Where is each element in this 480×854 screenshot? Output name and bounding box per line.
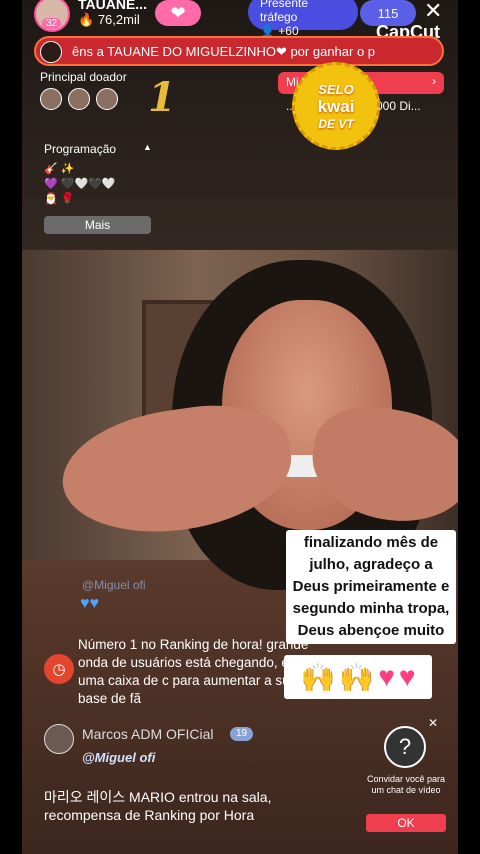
chevron-right-icon: › — [432, 74, 436, 88]
host-level-badge: 32 — [42, 18, 62, 29]
seal-line1: SELO — [318, 81, 354, 97]
blue-hearts-icon: ♥♥ — [80, 595, 99, 612]
programacao-row: 🎸 ✨ — [44, 163, 75, 175]
programacao-row: 🎅 🌹 — [44, 193, 75, 205]
level-badge: 19 — [230, 727, 254, 741]
close-icon[interactable]: ✕ — [424, 0, 442, 24]
raised-hands-icon: 🙌 — [339, 661, 375, 693]
notice-text: Número 1 no Ranking de hora! grande onda… — [78, 637, 314, 706]
caption-sticker: finalizando mês de julho, agradeço a Deu… — [286, 530, 456, 644]
system-message: 마리오 레이스 MARIO entrou na sala, recompensa… — [44, 789, 272, 823]
programacao-title[interactable]: Programação — [44, 142, 116, 156]
host-profile[interactable]: 32 TAUANE... 🔥 76,2mil — [34, 0, 154, 32]
donor-avatar[interactable] — [96, 88, 118, 110]
chat-text: @Miguel ofi — [82, 750, 156, 765]
close-icon[interactable]: ✕ — [428, 716, 438, 730]
programacao-list: 🎸 ✨ 💜 🖤🤍🖤🤍 🎅 🌹 — [44, 162, 116, 207]
more-button[interactable]: Mais — [44, 216, 151, 234]
top-donor-title: Principal doador — [40, 70, 127, 84]
clock-icon: ◷ — [44, 654, 74, 684]
heart-icon: ♥ — [398, 661, 416, 692]
marquee-avatar — [40, 41, 62, 63]
seal-line3: DE VT — [318, 116, 354, 131]
letterbox-left — [0, 0, 22, 854]
caret-up-icon[interactable]: ▲ — [143, 142, 152, 152]
host-name: TAUANE... — [78, 0, 147, 12]
flame-icon: 🔥 — [78, 12, 95, 27]
gift-marquee: êns a TAUANE DO MIGUELZINHO❤ por ganhar … — [34, 36, 444, 66]
donor-avatar[interactable] — [68, 88, 90, 110]
heart-icon: ♥ — [378, 661, 395, 692]
rank-number: 1 — [148, 74, 176, 121]
marquee-text: êns a TAUANE DO MIGUELZINHO❤ por ganhar … — [72, 44, 376, 59]
seal-line2: kwai — [317, 96, 355, 116]
donor-avatar[interactable] — [40, 88, 62, 110]
kwai-seal-sticker: SELO kwai DE VT — [292, 62, 380, 150]
programacao-row: 💜 🖤🤍🖤🤍 — [44, 178, 116, 190]
ok-button[interactable]: OK — [366, 814, 446, 832]
top-donor-list — [40, 88, 118, 110]
chat-username: Marcos ADM OFICial — [82, 726, 214, 742]
video-chat-invite: ✕ ? Convidar você para um chat de vídeo … — [366, 716, 446, 832]
avatar[interactable] — [44, 724, 74, 754]
letterbox-right — [458, 0, 480, 854]
gift-icon: ❤ — [170, 2, 186, 23]
invite-text: Convidar você para um chat de vídeo — [366, 774, 446, 795]
mission-sub-right: 000 Di... — [376, 99, 421, 113]
host-likes-count: 76,2mil — [97, 12, 140, 27]
faded-chat-line: @Miguel ofi — [82, 578, 146, 592]
gift-button[interactable]: ❤ — [155, 0, 201, 26]
host-likes: 🔥 76,2mil — [78, 12, 140, 28]
question-icon: ? — [384, 726, 426, 768]
ranking-notice: ◷ Número 1 no Ranking de hora! grande on… — [40, 630, 314, 706]
traffic-title: Presente tráfego — [260, 0, 309, 24]
traffic-gift-pill[interactable]: Presente tráfego 👤 +60 — [248, 0, 358, 38]
